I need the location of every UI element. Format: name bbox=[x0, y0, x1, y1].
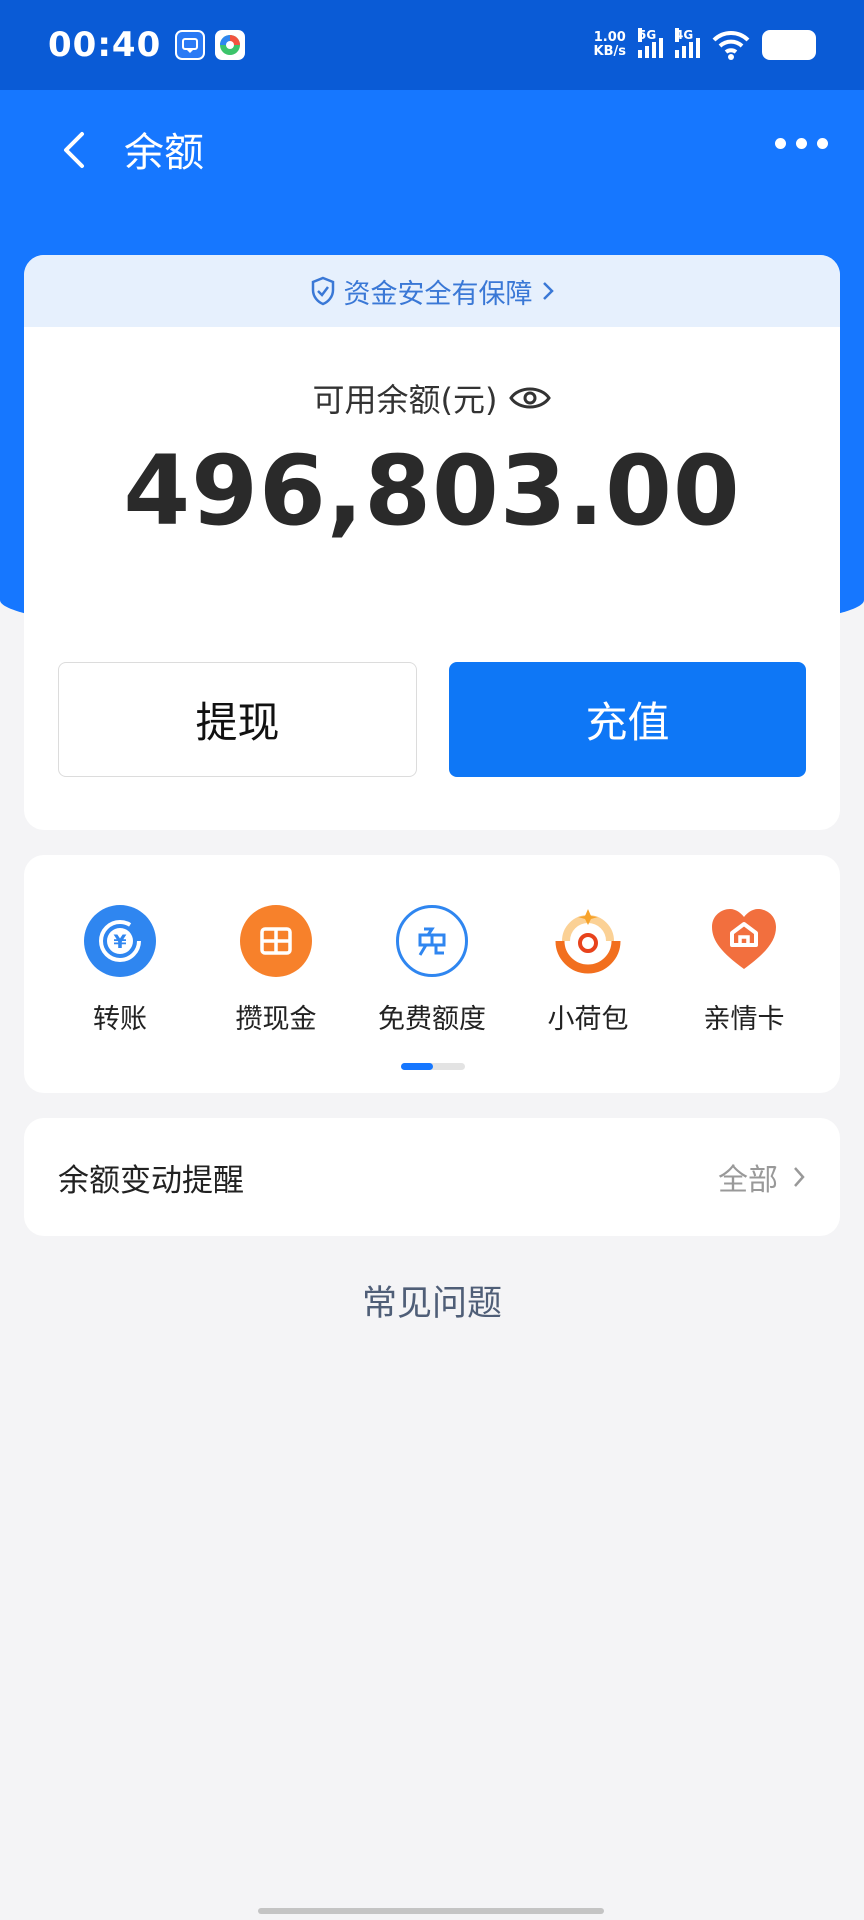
status-time: 00:40 bbox=[48, 25, 162, 65]
view-all-link[interactable]: 全部 bbox=[718, 1155, 806, 1199]
security-guarantee-link[interactable]: 资金安全有保障 bbox=[24, 255, 840, 327]
network-speed-value: 1.00 bbox=[593, 30, 626, 45]
signal-4g-icon: 4G bbox=[675, 28, 700, 58]
wifi-icon bbox=[712, 30, 750, 60]
svg-text:¥: ¥ bbox=[113, 931, 126, 953]
shortcut-save-cash[interactable]: 攒现金 bbox=[206, 905, 346, 1036]
faq-link[interactable]: 常见问题 bbox=[0, 1275, 864, 1326]
balance-change-reminder-row[interactable]: 余额变动提醒 全部 bbox=[24, 1118, 840, 1236]
balance-label-row: 可用余额(元) bbox=[24, 375, 840, 421]
withdraw-button[interactable]: 提现 bbox=[58, 662, 417, 777]
balance-label: 可用余额(元) bbox=[312, 381, 498, 419]
balance-card: 资金安全有保障 可用余额(元) 496,803.00 提现 充值 bbox=[24, 255, 840, 830]
balance-change-reminder-title: 余额变动提醒 bbox=[58, 1162, 244, 1199]
status-bar: 00:40 1.00 KB/s 5G 4G bbox=[0, 0, 864, 90]
home-indicator[interactable] bbox=[258, 1908, 604, 1914]
shortcut-family-card[interactable]: 亲情卡 bbox=[674, 905, 814, 1036]
balance-amount: 496,803.00 bbox=[123, 435, 741, 547]
active-page-indicator bbox=[401, 1063, 433, 1070]
eye-icon[interactable] bbox=[509, 383, 552, 413]
shortcuts-card: ¥ 转账 攒现金 免费额度 小荷包 亲情卡 bbox=[24, 855, 840, 1093]
action-buttons: 提现 充值 bbox=[58, 662, 806, 777]
notification-icons bbox=[175, 30, 246, 60]
shortcut-label: 攒现金 bbox=[235, 1004, 317, 1035]
view-all-label: 全部 bbox=[718, 1163, 778, 1198]
shortcut-page-indicator bbox=[401, 1063, 465, 1070]
page-title: 余额 bbox=[124, 130, 204, 176]
sim2-label: 4G bbox=[675, 28, 694, 42]
back-arrow-icon[interactable] bbox=[56, 130, 96, 170]
save-cash-icon bbox=[240, 905, 312, 977]
security-guarantee-text: 资金安全有保障 bbox=[343, 278, 533, 310]
app-store-notification-icon bbox=[215, 30, 246, 60]
transfer-icon: ¥ bbox=[84, 905, 156, 977]
shortcut-label: 亲情卡 bbox=[703, 1004, 785, 1035]
shortcut-label: 小荷包 bbox=[547, 1004, 629, 1035]
small-purse-icon bbox=[552, 905, 624, 977]
recharge-button[interactable]: 充值 bbox=[449, 662, 806, 777]
chevron-right-icon bbox=[794, 1167, 805, 1187]
shortcut-small-purse[interactable]: 小荷包 bbox=[518, 905, 658, 1036]
free-quota-icon bbox=[396, 905, 468, 977]
nav-bar: 余额 bbox=[0, 90, 864, 210]
shortcut-label: 免费额度 bbox=[378, 1004, 486, 1035]
sim1-label: 5G bbox=[638, 28, 657, 42]
chevron-right-icon bbox=[542, 282, 554, 300]
shortcut-transfer[interactable]: ¥ 转账 bbox=[50, 905, 190, 1036]
battery-icon bbox=[762, 30, 816, 60]
shortcut-free-quota[interactable]: 免费额度 bbox=[362, 905, 502, 1036]
network-speed: 1.00 KB/s bbox=[594, 31, 626, 59]
network-speed-unit: KB/s bbox=[593, 44, 626, 59]
family-card-icon bbox=[708, 905, 780, 977]
shield-icon bbox=[311, 276, 334, 306]
more-options-icon[interactable] bbox=[775, 138, 828, 149]
status-indicators: 1.00 KB/s 5G 4G bbox=[594, 28, 816, 60]
shortcut-label: 转账 bbox=[93, 1004, 147, 1035]
shortcuts-row: ¥ 转账 攒现金 免费额度 小荷包 亲情卡 bbox=[24, 905, 840, 1036]
app-notification-icon bbox=[175, 30, 206, 60]
signal-5g-icon: 5G bbox=[638, 28, 663, 58]
